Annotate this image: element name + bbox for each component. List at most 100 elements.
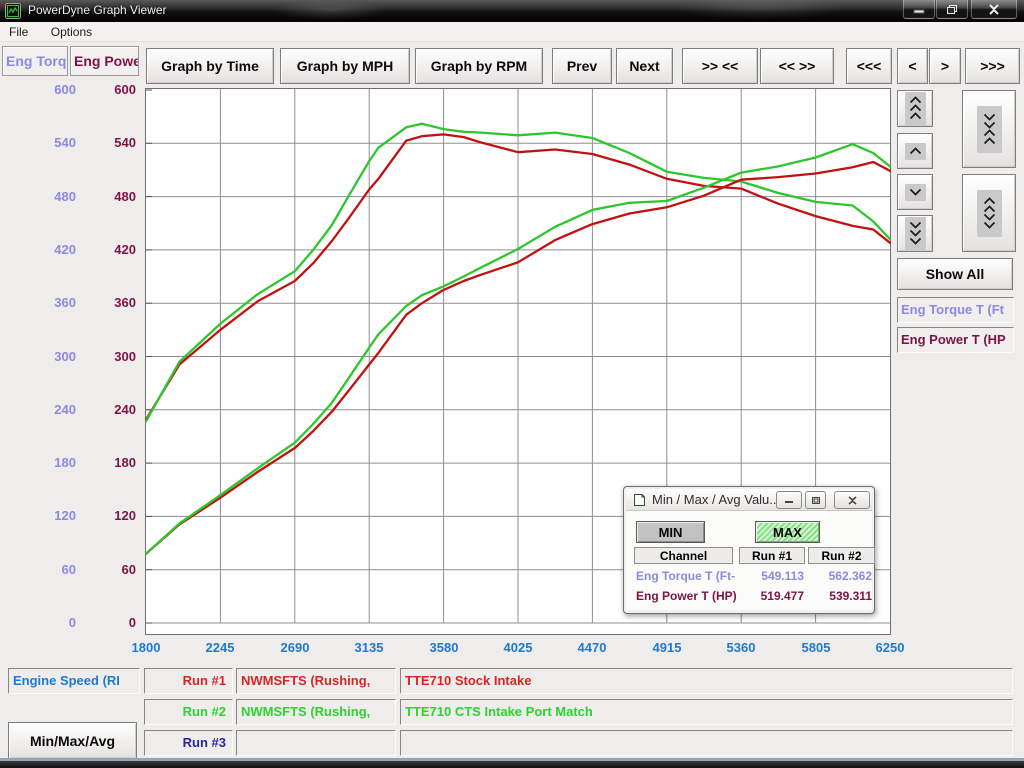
minmax-header-channel[interactable]: Channel: [634, 547, 733, 564]
run-label-2[interactable]: Run #2: [144, 699, 233, 725]
rpm-tick-1800: 1800: [116, 640, 176, 655]
minmax-close-button[interactable]: [834, 491, 870, 509]
rpm-tick-3135: 3135: [339, 640, 399, 655]
minmax-row-channel-1: Eng Power T (HP): [636, 589, 736, 603]
graph-by-rpm-button[interactable]: Graph by RPM: [415, 48, 543, 84]
chevron-up-button[interactable]: [897, 133, 933, 169]
torque-tick-120: 120: [30, 508, 76, 523]
prev-button[interactable]: Prev: [552, 48, 612, 84]
power-tick-540: 540: [84, 135, 136, 150]
torque-tick-0: 0: [30, 615, 76, 630]
run-label-3[interactable]: Run #3: [144, 730, 233, 756]
power-tick-600: 600: [84, 82, 136, 97]
run-desc-1: NWMSFTS (Rushing,: [236, 668, 396, 694]
chevron-down-button[interactable]: [897, 174, 933, 210]
torque-tick-180: 180: [30, 455, 76, 470]
channel-torque-button[interactable]: Eng Torque T (Ft: [897, 297, 1014, 323]
chevron-triple-up-button[interactable]: [897, 90, 933, 127]
minmax-row-channel-0: Eng Torque T (Ft-: [636, 569, 736, 583]
min-button[interactable]: MIN: [636, 521, 705, 543]
rpm-tick-2690: 2690: [265, 640, 325, 655]
minmax-window-title: Min / Max / Avg Valu...: [652, 492, 780, 507]
close-button[interactable]: [971, 0, 1017, 19]
power-tick-300: 300: [84, 349, 136, 364]
rpm-tick-6250: 6250: [860, 640, 920, 655]
scroll-left-button[interactable]: <: [897, 48, 928, 84]
scroll-far-left-button[interactable]: <<<: [846, 48, 892, 84]
rpm-tick-4470: 4470: [562, 640, 622, 655]
torque-tick-600: 600: [30, 82, 76, 97]
torque-tick-60: 60: [30, 562, 76, 577]
channel-power-button[interactable]: Eng Power T (HP: [897, 327, 1014, 353]
minmax-window[interactable]: Min / Max / Avg Valu... MIN MAX Channel …: [623, 486, 875, 614]
graph-by-time-button[interactable]: Graph by Time: [146, 48, 274, 84]
minmax-titlebar[interactable]: Min / Max / Avg Valu...: [626, 489, 872, 511]
rpm-tick-4915: 4915: [637, 640, 697, 655]
power-tick-120: 120: [84, 508, 136, 523]
window-bottom-border: [0, 761, 1024, 768]
rpm-tick-4025: 4025: [488, 640, 548, 655]
scroll-far-right-button[interactable]: >>>: [965, 48, 1020, 84]
compress-x-button[interactable]: >> <<: [682, 48, 758, 84]
max-button[interactable]: MAX: [755, 521, 820, 543]
expand-x-button[interactable]: << >>: [760, 48, 834, 84]
minmaxavg-button[interactable]: Min/Max/Avg: [8, 722, 137, 759]
torque-axis-button[interactable]: Eng Torq: [2, 46, 68, 76]
torque-tick-300: 300: [30, 349, 76, 364]
scroll-collapse-vertical-button[interactable]: [962, 90, 1016, 168]
run-desc-2: NWMSFTS (Rushing,: [236, 699, 396, 725]
minmax-restore-button[interactable]: [805, 491, 826, 509]
torque-tick-480: 480: [30, 189, 76, 204]
next-button[interactable]: Next: [616, 48, 673, 84]
minmax-window-icon: [632, 493, 647, 512]
chevron-down-icon: [905, 184, 926, 201]
scroll-collapse-vertical-icon: [977, 106, 1002, 153]
run-desc-3: [236, 730, 396, 756]
window-title: PowerDyne Graph Viewer: [28, 0, 167, 21]
show-all-button[interactable]: Show All: [897, 258, 1013, 290]
power-axis-button[interactable]: Eng Powe: [70, 46, 139, 76]
run-label-1[interactable]: Run #1: [144, 668, 233, 694]
torque-tick-420: 420: [30, 242, 76, 257]
torque-tick-540: 540: [30, 135, 76, 150]
restore-button[interactable]: [936, 0, 968, 19]
chevron-triple-up-icon: [905, 92, 926, 125]
minmax-row-run1-0: 549.113: [736, 569, 804, 583]
rpm-tick-3580: 3580: [414, 640, 474, 655]
menu-file[interactable]: File: [0, 22, 37, 42]
minmax-header-run2[interactable]: Run #2: [808, 547, 875, 564]
torque-tick-360: 360: [30, 295, 76, 310]
menubar: File Options: [0, 22, 1024, 42]
minmax-body: MIN MAX Channel Run #1 Run #2 Eng Torque…: [626, 511, 872, 610]
minmax-minimize-button[interactable]: [776, 491, 802, 509]
graph-by-mph-button[interactable]: Graph by MPH: [280, 48, 410, 84]
power-tick-60: 60: [84, 562, 136, 577]
minmax-header-run1[interactable]: Run #1: [739, 547, 805, 564]
x-axis-channel-button[interactable]: Engine Speed (RI: [8, 668, 140, 694]
chevron-up-icon: [905, 143, 926, 160]
minimize-button[interactable]: [903, 0, 935, 19]
scroll-right-button[interactable]: >: [929, 48, 961, 84]
power-tick-180: 180: [84, 455, 136, 470]
run-note-3: [400, 730, 1013, 756]
power-tick-240: 240: [84, 402, 136, 417]
titlebar[interactable]: PowerDyne Graph Viewer: [0, 0, 1024, 22]
minmax-row-run2-1: 539.311: [806, 589, 872, 603]
run-note-1: TTE710 Stock Intake: [400, 668, 1013, 694]
power-tick-0: 0: [84, 615, 136, 630]
rpm-tick-5360: 5360: [711, 640, 771, 655]
rpm-tick-2245: 2245: [190, 640, 250, 655]
scroll-expand-vertical-button[interactable]: [962, 174, 1016, 252]
app-icon: [5, 3, 21, 19]
power-tick-480: 480: [84, 189, 136, 204]
chevron-triple-down-icon: [905, 217, 926, 250]
chevron-triple-down-button[interactable]: [897, 215, 933, 252]
minmax-row-run2-0: 562.362: [806, 569, 872, 583]
minmax-row-run1-1: 519.477: [736, 589, 804, 603]
torque-tick-240: 240: [30, 402, 76, 417]
power-tick-360: 360: [84, 295, 136, 310]
powerdyne-window: PowerDyne Graph Viewer File Options Eng …: [0, 0, 1024, 768]
menu-options[interactable]: Options: [42, 22, 101, 42]
rpm-tick-5805: 5805: [786, 640, 846, 655]
power-tick-420: 420: [84, 242, 136, 257]
